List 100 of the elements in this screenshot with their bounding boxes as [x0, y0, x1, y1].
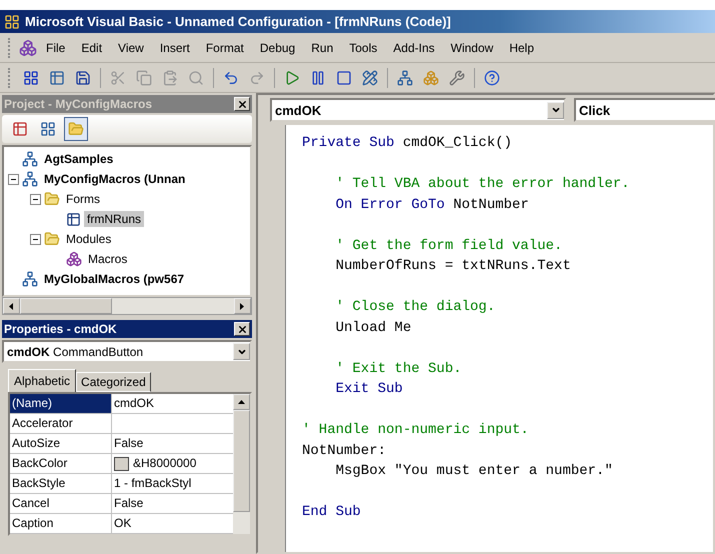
object-dropdown[interactable]: cmdOK CommandButton [2, 340, 252, 363]
project-icon [22, 171, 38, 187]
folder-icon [44, 191, 60, 207]
code-comment: ' Tell VBA about the error handler. [334, 176, 630, 192]
property-name[interactable]: Cancel [10, 494, 112, 513]
tree-item[interactable]: MyConfigMacros (Unnan [41, 171, 188, 187]
collapse-toggle[interactable] [30, 194, 41, 204]
menu-item[interactable]: View [111, 38, 151, 58]
search-icon [188, 70, 204, 86]
tree-item[interactable]: Modules [63, 231, 114, 247]
app-icon [4, 14, 20, 30]
pane-title: Project - MyConfigMacros [4, 97, 152, 111]
menu-item[interactable]: Tools [342, 38, 384, 58]
code-keyword: End Sub [302, 504, 361, 520]
window-title: Microsoft Visual Basic - Unnamed Configuration - [frmNRuns (Code)] [25, 14, 451, 29]
menu-item[interactable]: Run [304, 38, 340, 58]
code-comment: ' Handle non-numeric input. [302, 422, 529, 438]
play-icon [284, 70, 300, 86]
folder-icon [44, 231, 60, 247]
left-arrow-icon [8, 302, 15, 310]
up-arrow-icon [238, 398, 245, 406]
horizontal-scrollbar[interactable] [2, 297, 252, 315]
tree-item[interactable]: Forms [63, 191, 103, 207]
close-button[interactable] [234, 97, 250, 111]
property-name[interactable]: BackColor [10, 454, 112, 473]
object-dropdown[interactable]: cmdOK [270, 98, 566, 122]
toggle-folders-button[interactable] [64, 117, 88, 141]
property-value: 1 - fmBackStyl [114, 475, 192, 492]
code-keyword: On Error GoTo [334, 196, 445, 212]
save-icon [75, 70, 91, 86]
property-value: &H8000000 [133, 455, 196, 472]
property-value: OK [114, 515, 132, 532]
menu-item[interactable]: Edit [74, 38, 110, 58]
grid-icon [40, 121, 56, 137]
undo-icon [223, 70, 239, 86]
property-name[interactable]: (Name) [10, 394, 112, 413]
boxes-icon [423, 70, 439, 86]
property-name[interactable]: AutoSize [10, 434, 112, 453]
close-icon [236, 324, 248, 334]
tree-item[interactable]: frmNRuns [84, 211, 144, 227]
pane-title: Properties - cmdOK [4, 322, 117, 336]
code-text: cmdOK_Click() [402, 135, 512, 151]
property-name[interactable]: Accelerator [10, 414, 112, 433]
app-icon [19, 38, 37, 56]
vertical-scrollbar[interactable] [233, 394, 250, 534]
ruler-icon [362, 70, 378, 86]
code-text: MsgBox "You must enter a number." [334, 463, 613, 479]
menu-item[interactable]: Insert [152, 38, 197, 58]
collapse-toggle[interactable] [8, 174, 19, 184]
table-icon [12, 121, 28, 137]
close-icon [236, 98, 248, 110]
menu-item[interactable]: File [39, 38, 72, 58]
code-comment: ' Close the dialog. [334, 299, 496, 315]
tab[interactable]: Alphabetic [8, 369, 76, 392]
project-icon [22, 151, 38, 167]
stop-icon [336, 70, 352, 86]
menu-item[interactable]: Add-Ins [386, 38, 442, 58]
color-swatch [114, 456, 129, 470]
form-icon [66, 212, 81, 226]
code-text: Unload Me [334, 320, 412, 336]
close-button[interactable] [234, 322, 250, 336]
network-icon [397, 70, 413, 86]
dropdown-button[interactable] [233, 343, 250, 360]
tree-item[interactable]: MyGlobalMacros (pw567 [41, 271, 188, 287]
copy-icon [136, 70, 152, 86]
menu-item[interactable]: Format [198, 38, 251, 58]
code-keyword: Exit Sub [334, 381, 403, 397]
paste-icon [162, 70, 178, 86]
code-editor[interactable] [258, 125, 713, 552]
code-text: NotNumber [452, 196, 529, 212]
code-text: NotNumber: [302, 442, 386, 458]
property-value: False [114, 435, 144, 452]
project-icon [22, 271, 38, 287]
caret-icon [550, 105, 560, 115]
code-comment: ' Exit the Sub. [334, 360, 462, 376]
folder-icon [68, 121, 84, 137]
help-icon [484, 70, 500, 86]
grid-icon [23, 70, 39, 86]
table-icon [49, 70, 65, 86]
redo-icon [249, 70, 265, 86]
tab[interactable]: Categorized [76, 372, 151, 392]
code-comment: ' Get the form field value. [334, 238, 562, 254]
tree-item[interactable]: AgtSamples [41, 151, 116, 167]
menu-item[interactable]: Debug [252, 38, 302, 58]
property-value: cmdOK [114, 395, 154, 412]
right-arrow-icon [239, 302, 246, 310]
menu-item[interactable]: Help [502, 38, 541, 58]
module-icon [66, 251, 82, 267]
pause-icon [310, 70, 326, 86]
property-name[interactable]: Caption [10, 514, 112, 533]
property-name[interactable]: BackStyle [10, 474, 112, 493]
cut-icon [110, 70, 126, 86]
property-value: False [114, 495, 144, 512]
dropdown-button[interactable] [547, 102, 564, 118]
procedure-dropdown[interactable]: Click [574, 98, 715, 122]
menu-item[interactable]: Window [444, 38, 500, 58]
wrench-icon [449, 70, 465, 86]
code-text: NumberOfRuns = txtNRuns.Text [334, 258, 571, 274]
tree-item[interactable]: Macros [85, 251, 130, 267]
collapse-toggle[interactable] [30, 234, 41, 244]
